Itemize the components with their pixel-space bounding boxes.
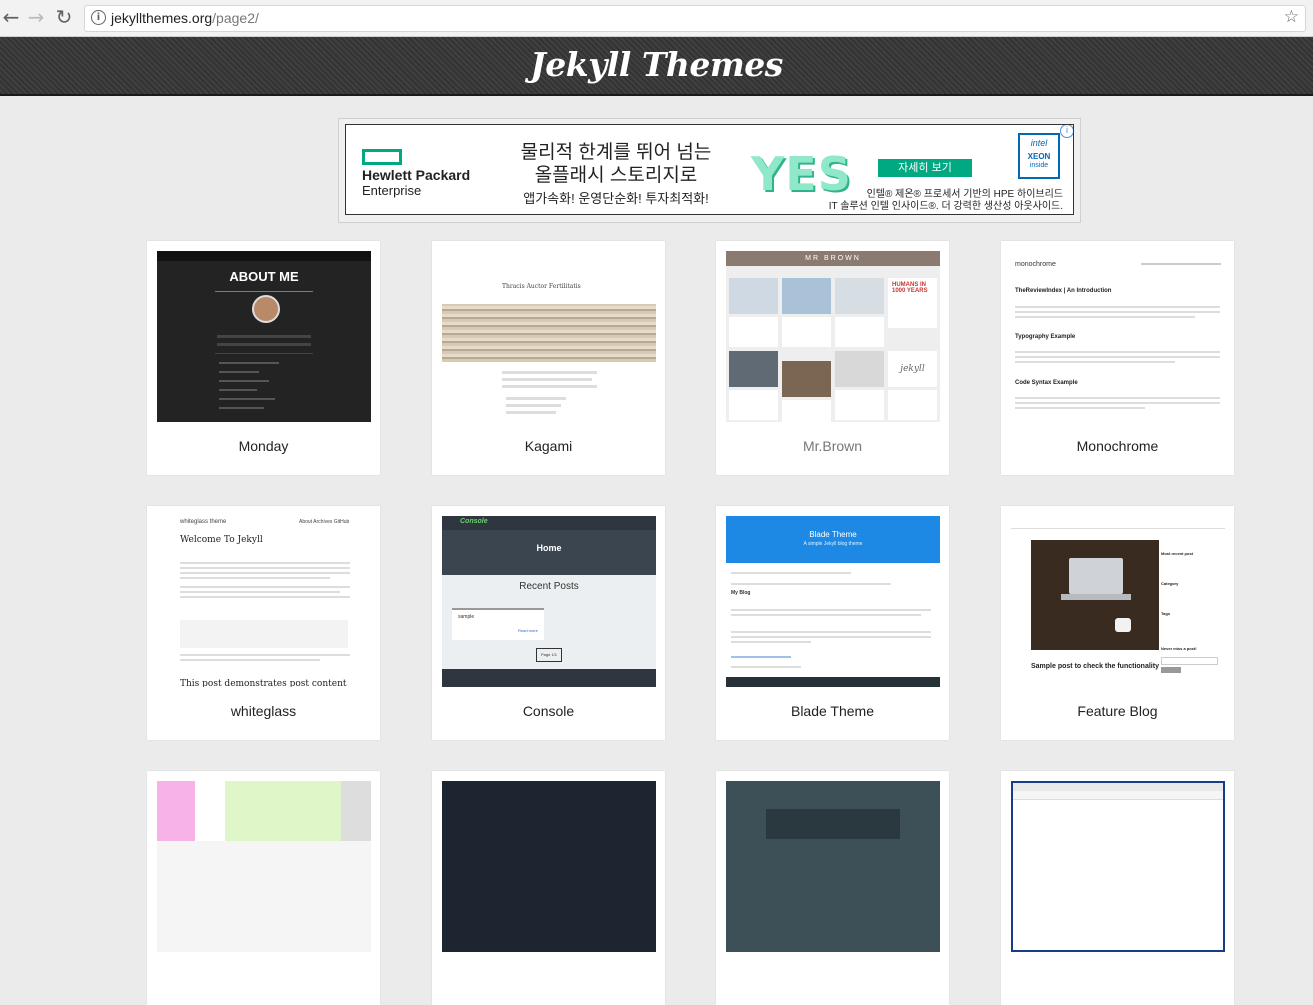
theme-card-whiteglass[interactable]: whiteglass theme About Archives GitHub W… <box>147 506 380 740</box>
url-text[interactable]: jekyllthemes.org/page2/ <box>111 10 259 26</box>
theme-name[interactable]: Kagami <box>432 438 665 454</box>
theme-preview[interactable]: Console Home Recent Posts sample Read mo… <box>442 516 656 687</box>
theme-card-row3-1[interactable] <box>147 771 380 1005</box>
theme-card-row3-3[interactable] <box>716 771 949 1005</box>
theme-preview[interactable] <box>157 781 371 952</box>
theme-name[interactable]: Feature Blog <box>1001 703 1234 719</box>
theme-card-monochrome[interactable]: monochrome TheReviewIndex | An Introduct… <box>1001 241 1234 475</box>
forward-arrow-icon[interactable]: → <box>25 6 47 28</box>
theme-card-blade-theme[interactable]: Blade Theme A simple Jekyll blog theme M… <box>716 506 949 740</box>
theme-name[interactable]: Monochrome <box>1001 438 1234 454</box>
theme-card-feature-blog[interactable]: Sample post to check the functionality M… <box>1001 506 1234 740</box>
intel-xeon-badge-icon: intel XEON inside <box>1018 133 1060 179</box>
theme-preview[interactable] <box>442 781 656 952</box>
browser-toolbar: ← → ↻ i jekyllthemes.org/page2/ ☆ <box>0 0 1313 37</box>
theme-preview[interactable]: whiteglass theme About Archives GitHub W… <box>157 516 371 687</box>
theme-preview[interactable]: ABOUT ME <box>157 251 371 422</box>
theme-card-row3-2[interactable] <box>432 771 665 1005</box>
theme-preview[interactable]: monochrome TheReviewIndex | An Introduct… <box>1011 251 1225 422</box>
ad-cta-button[interactable]: 자세히 보기 <box>878 159 972 177</box>
theme-card-monday[interactable]: ABOUT ME Monday <box>147 241 380 475</box>
ad-creative[interactable]: Hewlett Packard Enterprise 물리적 한계를 뛰어 넘는… <box>345 124 1074 215</box>
theme-preview[interactable] <box>726 781 940 952</box>
ad-choices-icon[interactable]: i <box>1060 125 1073 138</box>
ad-banner[interactable]: Hewlett Packard Enterprise 물리적 한계를 뛰어 넘는… <box>338 118 1081 223</box>
ad-brand-sub: Enterprise <box>362 183 422 198</box>
theme-preview[interactable]: Thracis Auctor Fertilitatis <box>442 251 656 422</box>
theme-card-mr-brown[interactable]: MR BROWN HUMANS IN 1000 YEARS jekyll Mr.… <box>716 241 949 475</box>
theme-name[interactable]: Monday <box>147 438 380 454</box>
theme-card-row3-4[interactable] <box>1001 771 1234 1005</box>
theme-name[interactable]: Mr.Brown <box>716 438 949 454</box>
info-icon[interactable]: i <box>91 10 106 25</box>
theme-preview[interactable] <box>1011 781 1225 952</box>
reload-icon[interactable]: ↻ <box>53 6 75 28</box>
address-bar[interactable]: i jekyllthemes.org/page2/ ☆ <box>84 5 1306 32</box>
site-logo[interactable]: Jekyll Themes <box>0 45 1313 84</box>
ad-subline: 앱가속화! 운영단순화! 투자최적화! <box>523 191 709 206</box>
hpe-logo-icon <box>362 149 402 165</box>
theme-name[interactable]: whiteglass <box>147 703 380 719</box>
ad-headline: 물리적 한계를 뛰어 넘는 올플래시 스토리지로 <box>520 142 712 186</box>
site-header: Jekyll Themes <box>0 37 1313 96</box>
ad-description: 인텔® 제온® 프로세서 기반의 HPE 하이브리드 IT 솔루션 인텔 인사이… <box>828 189 1063 212</box>
theme-preview[interactable]: Blade Theme A simple Jekyll blog theme M… <box>726 516 940 687</box>
ad-brand: Hewlett Packard <box>362 167 471 183</box>
theme-preview[interactable]: MR BROWN HUMANS IN 1000 YEARS jekyll <box>726 251 940 422</box>
theme-name[interactable]: Console <box>432 703 665 719</box>
theme-name[interactable]: Blade Theme <box>716 703 949 719</box>
theme-card-kagami[interactable]: Thracis Auctor Fertilitatis Kagami <box>432 241 665 475</box>
back-arrow-icon[interactable]: ← <box>0 6 22 28</box>
theme-card-console[interactable]: Console Home Recent Posts sample Read mo… <box>432 506 665 740</box>
theme-preview[interactable]: Sample post to check the functionality M… <box>1011 516 1225 687</box>
star-icon[interactable]: ☆ <box>1284 7 1299 27</box>
